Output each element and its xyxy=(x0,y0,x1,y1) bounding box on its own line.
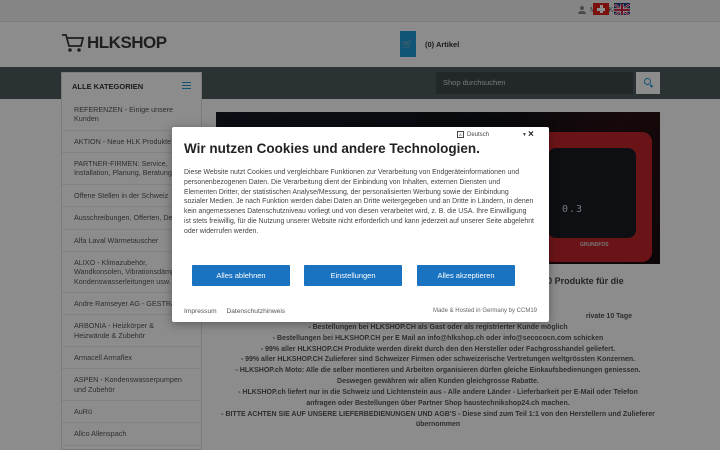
close-icon[interactable]: × xyxy=(528,129,534,140)
translate-icon: A xyxy=(457,131,464,138)
settings-button[interactable]: Einstellungen xyxy=(304,265,402,286)
reject-all-button[interactable]: Alles ablehnen xyxy=(192,265,290,286)
hosted-by-note: Made & Hosted in Germany by CCM19 xyxy=(432,308,537,314)
dialog-body: Diese Website nutzt Cookies und vergleic… xyxy=(184,169,534,235)
imprint-link[interactable]: Impressum xyxy=(184,308,217,315)
language-label: Deutsch xyxy=(467,131,490,138)
accept-all-button[interactable]: Alles akzeptieren xyxy=(417,265,515,286)
dialog-title: Wir nutzen Cookies und andere Technologi… xyxy=(184,141,480,156)
chevron-down-icon: ▼ xyxy=(522,131,527,138)
cookie-consent-dialog: A Deutsch ▼ × Wir nutzen Cookies und and… xyxy=(172,127,549,322)
dialog-footer-links: Impressum Datenschutzhinweis xyxy=(184,308,293,315)
language-select[interactable]: A Deutsch ▼ xyxy=(457,131,527,138)
privacy-link[interactable]: Datenschutzhinweis xyxy=(226,308,285,315)
